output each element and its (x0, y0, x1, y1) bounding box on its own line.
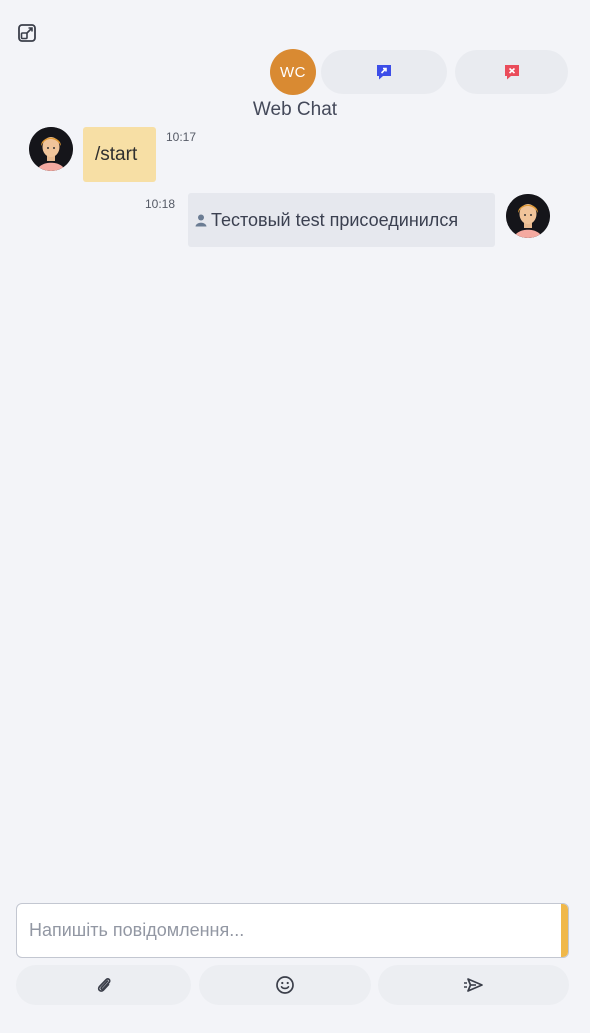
smiley-icon (276, 976, 294, 994)
chat-title: Web Chat (252, 99, 338, 120)
message-text: /start (95, 143, 138, 165)
message-input[interactable] (17, 904, 568, 957)
person-icon (195, 214, 207, 227)
transfer-chat-button[interactable] (321, 50, 447, 94)
expand-button[interactable] (16, 22, 38, 44)
paperclip-icon (97, 978, 111, 992)
message-text: Тестовый test присоединился (211, 209, 459, 230)
operator-avatar (506, 194, 550, 238)
chat-avatar: WC (270, 49, 316, 95)
message-input-wrapper (16, 903, 569, 958)
send-button[interactable] (378, 965, 569, 1005)
message-bubble-user: /start (83, 127, 156, 182)
user-avatar (29, 127, 73, 171)
emoji-button[interactable] (199, 965, 371, 1005)
close-chat-button[interactable] (455, 50, 568, 94)
send-icon (463, 978, 483, 992)
message-timestamp: 10:17 (166, 130, 197, 144)
close-chat-icon (504, 65, 519, 80)
transfer-icon (377, 65, 391, 80)
chat-avatar-initials: WC (280, 63, 306, 81)
expand-icon (18, 24, 36, 42)
message-bubble-system: Тестовый test присоединился (188, 193, 495, 247)
message-timestamp: 10:18 (145, 197, 176, 211)
attach-button[interactable] (16, 965, 191, 1005)
